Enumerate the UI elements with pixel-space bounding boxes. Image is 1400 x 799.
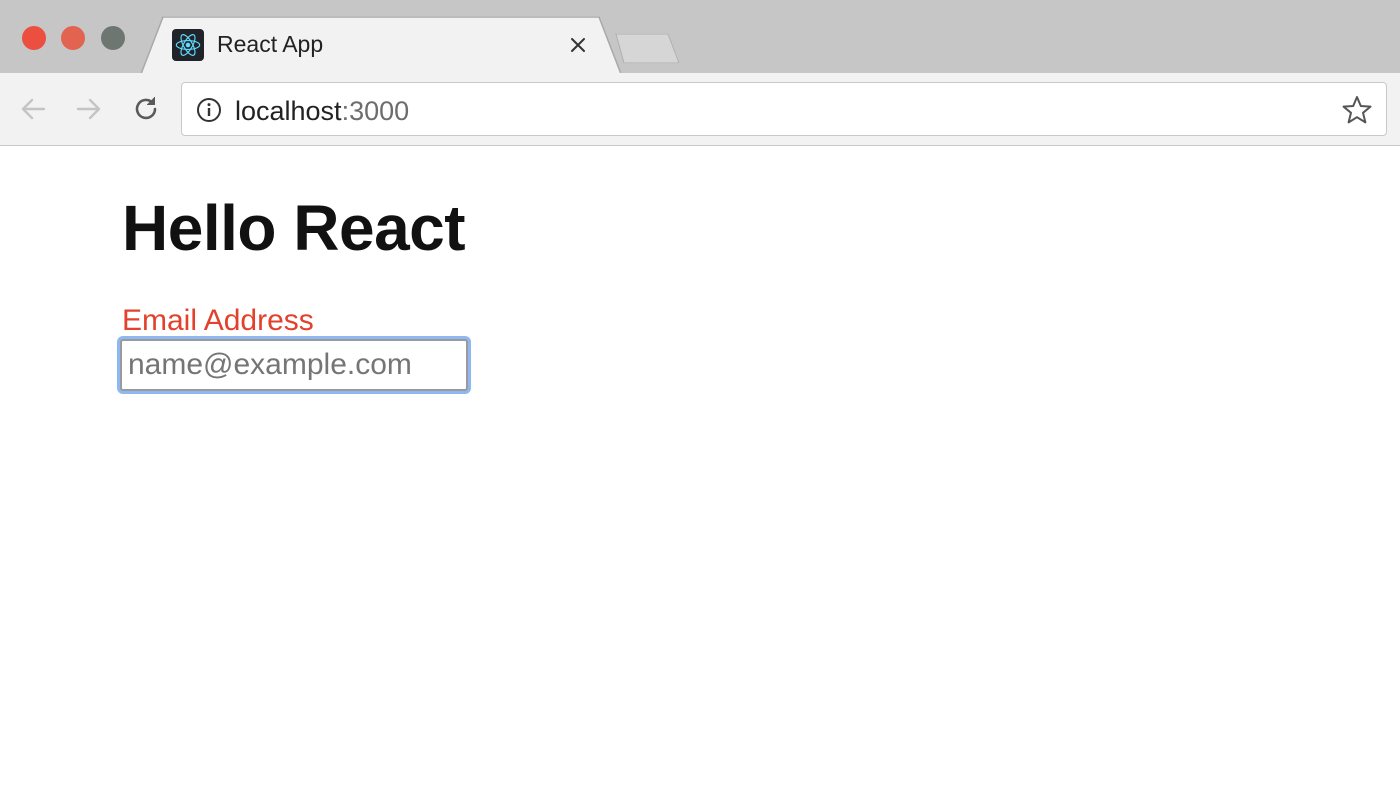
tab-react-app[interactable]	[141, 16, 621, 74]
window-minimize-button[interactable]	[61, 26, 85, 50]
info-icon[interactable]	[196, 97, 222, 123]
email-input[interactable]	[120, 339, 468, 391]
tab-title: React App	[217, 31, 324, 57]
page-content: Hello React Email Address	[0, 147, 1400, 799]
back-arrow-icon[interactable]	[15, 91, 51, 127]
page-heading: Hello React	[122, 192, 466, 264]
url-text: localhost:3000	[235, 96, 409, 127]
forward-arrow-icon[interactable]	[71, 91, 107, 127]
url-port: :3000	[341, 96, 410, 126]
reload-icon[interactable]	[128, 91, 164, 127]
address-bar[interactable]: localhost:3000	[181, 82, 1387, 136]
react-logo-icon	[172, 29, 204, 61]
tab-close-icon[interactable]	[566, 33, 590, 57]
tab-strip: React App	[0, 0, 1400, 74]
url-host: localhost	[235, 96, 342, 126]
browser-window: React App localhost:3000 Hello React Ema…	[0, 0, 1400, 799]
bookmark-star-icon[interactable]	[1341, 94, 1373, 126]
email-label: Email Address	[122, 304, 314, 337]
window-close-button[interactable]	[22, 26, 46, 50]
window-maximize-button[interactable]	[101, 26, 125, 50]
new-tab-button[interactable]	[612, 33, 680, 64]
browser-toolbar: localhost:3000	[0, 73, 1400, 146]
